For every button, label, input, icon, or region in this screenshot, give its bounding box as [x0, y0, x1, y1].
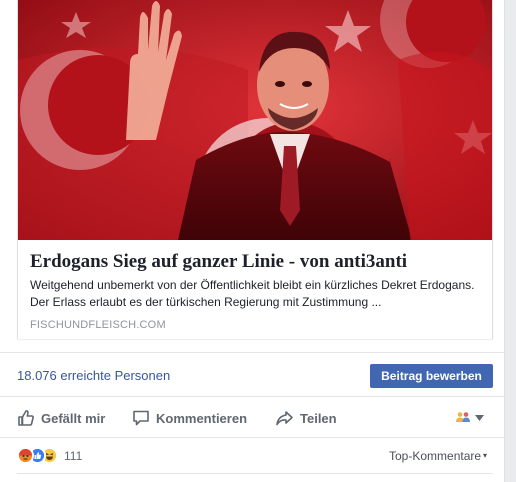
audience-selector[interactable]: [455, 411, 484, 426]
post: Erdogans Sieg auf ganzer Linie - von ant…: [0, 0, 505, 482]
reactions-summary[interactable]: 111: [17, 447, 82, 464]
like-button[interactable]: Gefällt mir: [17, 408, 105, 428]
comment-sort-label: Top-Kommentare: [389, 449, 482, 463]
chevron-down-icon: [475, 413, 484, 424]
reaction-count: 111: [64, 448, 83, 463]
caret-down-icon: ▾: [483, 451, 488, 460]
link-description: Weitgehend unbemerkt von der Öffentlichk…: [30, 278, 475, 309]
promote-post-button[interactable]: Beitrag bewerben: [370, 364, 493, 388]
divider: [17, 473, 493, 474]
divider: [0, 437, 505, 438]
comment-label: Kommentieren: [156, 410, 248, 426]
comment-button[interactable]: Kommentieren: [132, 408, 247, 428]
link-domain: FISCHUNDFLEISCH.COM: [30, 319, 166, 331]
share-label: Teilen: [300, 410, 337, 426]
comment-icon: [132, 409, 150, 427]
link-title[interactable]: Erdogans Sieg auf ganzer Linie - von ant…: [30, 251, 485, 273]
like-label: Gefällt mir: [41, 410, 106, 426]
divider: [0, 352, 505, 353]
share-button[interactable]: Teilen: [275, 408, 337, 428]
link-preview-image[interactable]: [18, 0, 492, 240]
link-preview-card[interactable]: Erdogans Sieg auf ganzer Linie - von ant…: [17, 0, 493, 339]
link-preview-text[interactable]: Erdogans Sieg auf ganzer Linie - von ant…: [18, 240, 492, 339]
erdogan-flag-photo: [18, 0, 492, 240]
comment-sort-dropdown[interactable]: Top-Kommentare ▾: [389, 449, 487, 463]
thumbs-up-icon: [17, 409, 35, 427]
angry-reaction-icon: [17, 447, 34, 464]
reach-count[interactable]: 18.076 erreichte Personen: [17, 368, 170, 383]
divider: [0, 396, 505, 397]
share-icon: [275, 409, 294, 427]
friends-icon: [455, 411, 471, 426]
